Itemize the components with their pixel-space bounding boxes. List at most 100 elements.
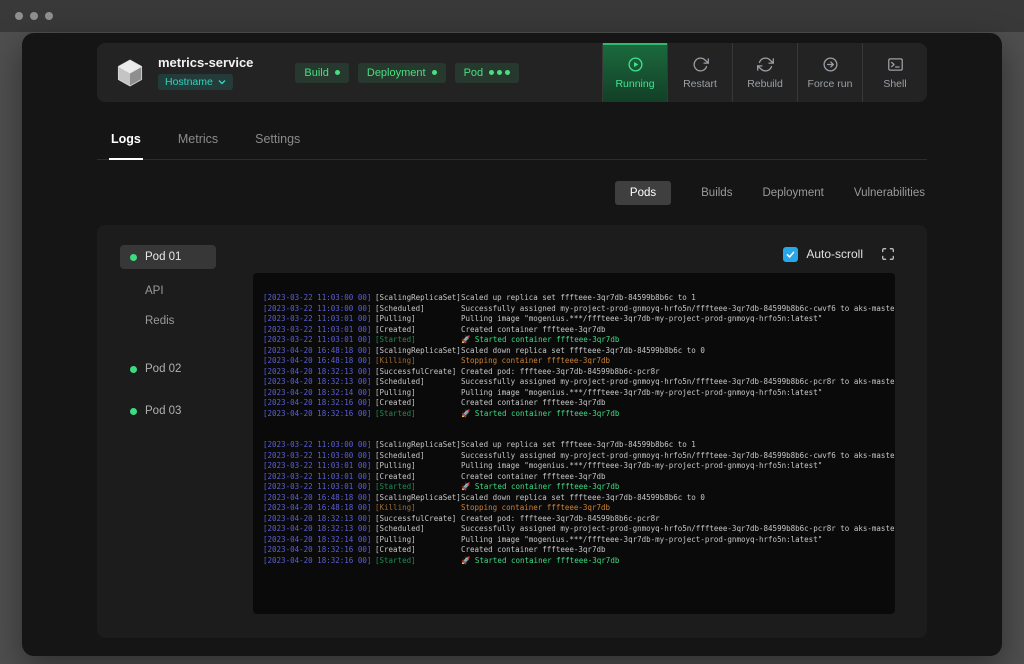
autoscroll-checkbox[interactable]	[783, 247, 798, 262]
title-bar	[0, 0, 1024, 32]
log-message: Created pod: fffteee-3qr7db-84599b8b6c-p…	[461, 367, 895, 378]
play-circle-icon	[627, 56, 644, 73]
subtab-pods[interactable]: Pods	[615, 181, 671, 205]
sub-tabs: Pods Builds Deployment Vulnerabilities	[97, 180, 927, 206]
log-message: Created container fffteee-3qr7db	[461, 472, 895, 483]
hostname-dropdown[interactable]: Hostname	[158, 74, 233, 90]
log-line: [2023-04-20 18:32:13 00] [SuccessfulCrea…	[263, 514, 895, 525]
log-line: [2023-03-22 11:03:01 00] [Pulling] Pulli…	[263, 461, 895, 472]
log-timestamp: [2023-03-22 11:03:00 00]	[263, 440, 375, 451]
log-event: [SuccessfulCreate]	[375, 367, 461, 378]
app-window: metrics-service Hostname Build Deploymen…	[22, 33, 1002, 656]
log-timestamp: [2023-04-20 16:48:18 00]	[263, 346, 375, 357]
log-line: [2023-04-20 18:32:13 00] [Scheduled] Suc…	[263, 377, 895, 388]
log-message: 🚀 Started container fffteee-3qr7db	[461, 482, 895, 493]
log-timestamp: [2023-03-22 11:03:01 00]	[263, 461, 375, 472]
shell-button[interactable]: Shell	[862, 43, 927, 102]
log-timestamp: [2023-03-22 11:03:01 00]	[263, 335, 375, 346]
log-timestamp: [2023-04-20 18:32:16 00]	[263, 545, 375, 556]
window-control-dot[interactable]	[30, 12, 38, 20]
log-line: [2023-04-20 18:32:14 00] [Pulling] Pulli…	[263, 535, 895, 546]
log-event: [Pulling]	[375, 314, 461, 325]
log-message: Pulling image "mogenius.***/fffteee-3qr7…	[461, 314, 895, 325]
log-line: [2023-04-20 18:32:13 00] [SuccessfulCrea…	[263, 367, 895, 378]
log-message: Created container fffteee-3qr7db	[461, 325, 895, 336]
log-line: [2023-04-20 16:48:18 00] [Killing] Stopp…	[263, 503, 895, 514]
subtab-vulnerabilities[interactable]: Vulnerabilities	[854, 187, 925, 199]
log-timestamp: [2023-04-20 18:32:16 00]	[263, 398, 375, 409]
autoscroll-control: Auto-scroll	[783, 247, 863, 262]
tab-logs[interactable]: Logs	[109, 124, 143, 160]
log-timestamp: [2023-04-20 18:32:13 00]	[263, 377, 375, 388]
log-timestamp: [2023-04-20 18:32:14 00]	[263, 535, 375, 546]
log-event: [Pulling]	[375, 535, 461, 546]
log-event: [ScalingReplicaSet]	[375, 293, 461, 304]
log-controls: Auto-scroll	[253, 245, 895, 263]
actions-toolbar: Running Restart Rebuild Force run	[602, 43, 927, 102]
log-timestamp: [2023-03-22 11:03:01 00]	[263, 482, 375, 493]
status-badges: Build Deployment Pod	[295, 43, 519, 102]
fullscreen-button[interactable]	[881, 247, 895, 261]
log-event: [Created]	[375, 472, 461, 483]
log-output[interactable]: [2023-03-22 11:03:00 00] [ScalingReplica…	[253, 273, 895, 614]
log-message: Successfully assigned my-project-prod-gn…	[461, 304, 895, 315]
log-event: [Scheduled]	[375, 524, 461, 535]
action-label: Force run	[808, 78, 853, 90]
sidebar-item-api[interactable]: API	[120, 279, 216, 303]
sidebar-item-label: Pod 03	[145, 405, 181, 417]
build-status-dot	[335, 70, 340, 75]
log-line: [2023-04-20 18:32:16 00] [Started] 🚀 Sta…	[263, 409, 895, 420]
log-line: [2023-04-20 18:32:16 00] [Created] Creat…	[263, 545, 895, 556]
window-control-dot[interactable]	[45, 12, 53, 20]
action-label: Shell	[883, 78, 906, 90]
sidebar-item-pod-01[interactable]: Pod 01	[120, 245, 216, 269]
pods-sidebar: Pod 01 API Redis Pod 02 Pod 03	[120, 245, 216, 614]
subtab-deployment[interactable]: Deployment	[762, 187, 823, 199]
log-event: [Killing]	[375, 503, 461, 514]
package-cube-icon	[115, 58, 145, 88]
sidebar-item-redis[interactable]: Redis	[120, 309, 216, 333]
log-message: 🚀 Started container fffteee-3qr7db	[461, 409, 895, 420]
log-timestamp: [2023-03-22 11:03:00 00]	[263, 293, 375, 304]
log-line: [2023-04-20 18:32:16 00] [Started] 🚀 Sta…	[263, 556, 895, 567]
terminal-icon	[887, 56, 904, 73]
build-badge[interactable]: Build	[295, 63, 348, 83]
window-control-dot[interactable]	[15, 12, 23, 20]
log-message: Scaled up replica set fffteee-3qr7db-845…	[461, 440, 895, 451]
log-timestamp: [2023-03-22 11:03:01 00]	[263, 472, 375, 483]
service-identity: metrics-service Hostname	[97, 43, 253, 102]
sidebar-item-pod-03[interactable]: Pod 03	[120, 399, 216, 423]
log-event: [Scheduled]	[375, 304, 461, 315]
subtab-builds[interactable]: Builds	[701, 187, 732, 199]
tab-metrics[interactable]: Metrics	[176, 124, 220, 160]
log-message: Pulling image "mogenius.***/fffteee-3qr7…	[461, 461, 895, 472]
sidebar-item-pod-02[interactable]: Pod 02	[120, 357, 216, 381]
log-message: Successfully assigned my-project-prod-gn…	[461, 451, 895, 462]
log-line: [2023-03-22 11:03:00 00] [Scheduled] Suc…	[263, 451, 895, 462]
sidebar-item-label: Pod 02	[145, 363, 181, 375]
pod-badge[interactable]: Pod	[455, 63, 520, 83]
service-header: metrics-service Hostname Build Deploymen…	[97, 43, 927, 102]
log-message: Pulling image "mogenius.***/fffteee-3qr7…	[461, 388, 895, 399]
log-line: [2023-03-22 11:03:01 00] [Created] Creat…	[263, 325, 895, 336]
log-timestamp: [2023-04-20 18:32:13 00]	[263, 367, 375, 378]
running-button[interactable]: Running	[602, 43, 667, 102]
rebuild-button[interactable]: Rebuild	[732, 43, 797, 102]
badge-label: Build	[304, 67, 328, 79]
pod-status-dots	[489, 70, 510, 75]
action-label: Rebuild	[747, 78, 783, 90]
deployment-badge[interactable]: Deployment	[358, 63, 446, 83]
log-event: [Created]	[375, 325, 461, 336]
log-timestamp: [2023-04-20 18:32:16 00]	[263, 409, 375, 420]
sidebar-item-label: Pod 01	[145, 251, 181, 263]
service-name: metrics-service	[158, 55, 253, 70]
log-line: [2023-03-22 11:03:01 00] [Started] 🚀 Sta…	[263, 482, 895, 493]
log-event: [Pulling]	[375, 388, 461, 399]
tab-settings[interactable]: Settings	[253, 124, 302, 160]
restart-button[interactable]: Restart	[667, 43, 732, 102]
restart-icon	[692, 56, 709, 73]
force-run-button[interactable]: Force run	[797, 43, 862, 102]
chevron-down-icon	[218, 79, 226, 85]
sidebar-item-label: API	[145, 285, 164, 297]
log-timestamp: [2023-03-22 11:03:01 00]	[263, 314, 375, 325]
